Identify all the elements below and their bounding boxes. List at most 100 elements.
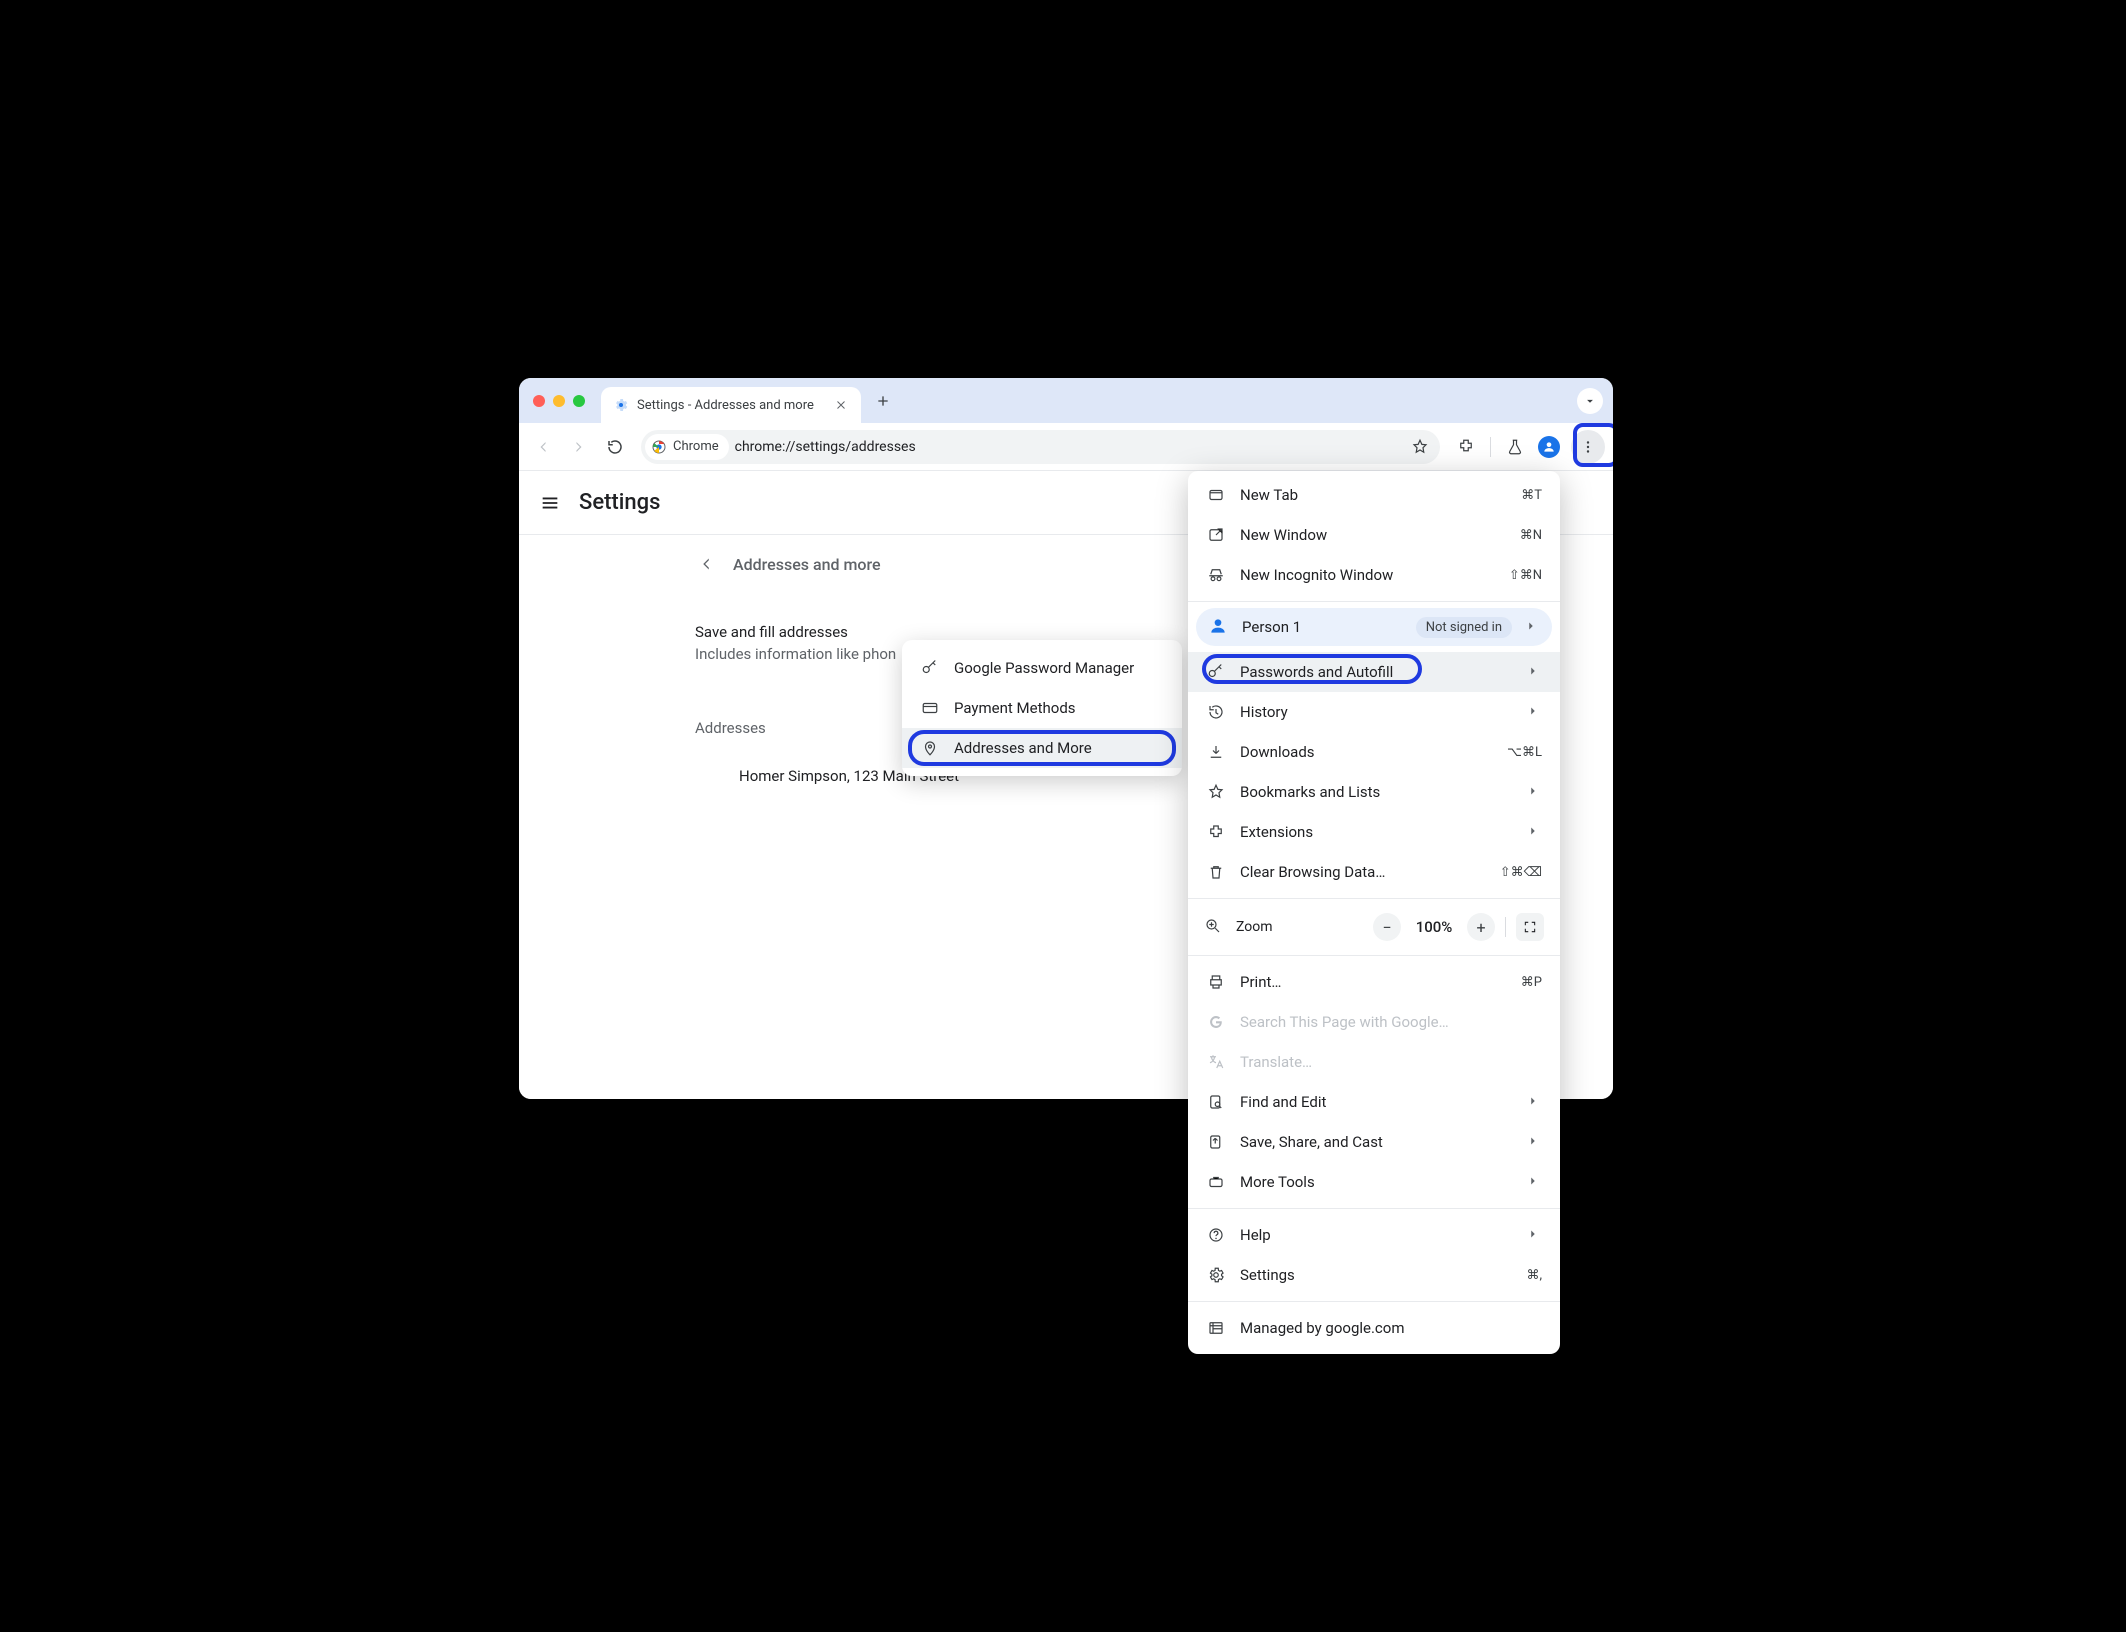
gear-icon: [613, 397, 629, 413]
maximize-window-button[interactable]: [573, 395, 585, 407]
chevron-right-icon: [1526, 704, 1542, 720]
menu-lower-3-label: Find and Edit: [1240, 1093, 1512, 1111]
menu-top-1[interactable]: New Window ⌘N: [1188, 515, 1560, 555]
chrome-menu-button[interactable]: [1571, 430, 1605, 464]
close-window-button[interactable]: [533, 395, 545, 407]
reload-button[interactable]: [599, 431, 631, 463]
back-icon[interactable]: [695, 553, 717, 575]
card-icon: [920, 698, 940, 718]
profile-row[interactable]: Person 1Not signed in: [1196, 608, 1552, 646]
toolbar: Chrome chrome://settings/addresses: [519, 423, 1613, 471]
bookmark-button[interactable]: [1404, 431, 1436, 463]
menu-help-1[interactable]: Settings⌘,: [1188, 1255, 1560, 1295]
newtab-icon: [1206, 485, 1226, 505]
close-tab-button[interactable]: [833, 397, 849, 413]
menu-lower-5-label: More Tools: [1240, 1173, 1512, 1191]
minimize-window-button[interactable]: [553, 395, 565, 407]
menu-lower-3[interactable]: Find and Edit: [1188, 1082, 1560, 1122]
menu-lower-2: Translate…: [1188, 1042, 1560, 1082]
menu-lower-4-label: Save, Share, and Cast: [1240, 1133, 1512, 1151]
passwords-autofill-submenu: Google Password Manager Payment Methods Ad…: [902, 640, 1182, 776]
chevron-right-icon: [1526, 664, 1542, 680]
menu-top-2[interactable]: New Incognito Window⇧⌘N: [1188, 555, 1560, 595]
person-icon: [1208, 616, 1230, 638]
new-tab-button[interactable]: [869, 387, 897, 415]
translate-icon: [1206, 1052, 1226, 1072]
key-icon: [1206, 662, 1226, 682]
managed-icon: [1206, 1318, 1226, 1338]
zoom-label: Zoom: [1236, 919, 1273, 935]
submenu-item-2-label: Addresses and More: [954, 739, 1164, 757]
tab-search-button[interactable]: [1577, 388, 1603, 414]
fullscreen-button[interactable]: [1516, 913, 1544, 941]
site-chip[interactable]: Chrome: [645, 434, 729, 460]
menu-footer[interactable]: Managed by google.com: [1188, 1308, 1560, 1348]
settings-icon: [1206, 1265, 1226, 1285]
menu-lower-1: Search This Page with Google…: [1188, 1002, 1560, 1042]
profile-name: Person 1: [1242, 618, 1404, 636]
star-icon: [1206, 782, 1226, 802]
key-icon: [920, 658, 940, 678]
chevron-right-icon: [1526, 1094, 1542, 1110]
menu-mid-0-label: Passwords and Autofill: [1240, 663, 1512, 681]
menu-lower-5[interactable]: More Tools: [1188, 1162, 1560, 1202]
chevron-right-icon: [1524, 619, 1540, 635]
menu-mid-0[interactable]: Passwords and Autofill: [1188, 652, 1560, 692]
back-button[interactable]: [527, 431, 559, 463]
menu-mid-5-shortcut: ⇧⌘⌫: [1500, 865, 1542, 880]
menu-top-0-shortcut: ⌘T: [1521, 488, 1542, 503]
menu-top-0[interactable]: New Tab ⌘T: [1188, 475, 1560, 515]
menu-top-0-label: New Tab: [1240, 486, 1507, 504]
submenu-item-0-label: Google Password Manager: [954, 659, 1164, 677]
menu-mid-3[interactable]: Bookmarks and Lists: [1188, 772, 1560, 812]
menu-lower-2-label: Translate…: [1240, 1053, 1542, 1071]
tab-title: Settings - Addresses and more: [637, 398, 825, 413]
forward-button[interactable]: [563, 431, 595, 463]
menu-mid-4[interactable]: Extensions: [1188, 812, 1560, 852]
menu-top-2-shortcut: ⇧⌘N: [1509, 568, 1542, 583]
menu-help-0[interactable]: Help: [1188, 1215, 1560, 1255]
menu-mid-3-label: Bookmarks and Lists: [1240, 783, 1512, 801]
submenu-item-2[interactable]: Addresses and More: [902, 728, 1182, 768]
menu-help-0-label: Help: [1240, 1226, 1512, 1244]
avatar-icon: [1538, 436, 1560, 458]
menu-top-1-shortcut: ⌘N: [1520, 528, 1542, 543]
menu-top-1-label: New Window: [1240, 526, 1506, 544]
chevron-right-icon: [1526, 1227, 1542, 1243]
url-text: chrome://settings/addresses: [735, 439, 916, 455]
download-icon: [1206, 742, 1226, 762]
labs-button[interactable]: [1499, 431, 1531, 463]
menu-lower-0[interactable]: Print…⌘P: [1188, 962, 1560, 1002]
pin-icon: [920, 738, 940, 758]
menu-mid-2[interactable]: Downloads⌥⌘L: [1188, 732, 1560, 772]
incognito-icon: [1206, 565, 1226, 585]
submenu-item-1-label: Payment Methods: [954, 699, 1164, 717]
extensions-button[interactable]: [1450, 431, 1482, 463]
chrome-main-menu: New Tab ⌘T New Window ⌘N New Incognito Windo…: [1188, 471, 1560, 1354]
find-icon: [1206, 1092, 1226, 1112]
menu-mid-1[interactable]: History: [1188, 692, 1560, 732]
submenu-item-1[interactable]: Payment Methods: [902, 688, 1182, 728]
zoom-out-button[interactable]: −: [1373, 913, 1401, 941]
menu-icon[interactable]: [539, 492, 561, 514]
menu-mid-4-label: Extensions: [1240, 823, 1512, 841]
menu-mid-5-label: Clear Browsing Data…: [1240, 863, 1486, 881]
zoom-in-button[interactable]: +: [1467, 913, 1495, 941]
chevron-right-icon: [1526, 824, 1542, 840]
tab-strip: Settings - Addresses and more: [519, 378, 1613, 423]
extension-icon: [1206, 822, 1226, 842]
save-fill-title: Save and fill addresses: [695, 623, 1219, 641]
zoom-row: Zoom−100%+: [1188, 905, 1560, 949]
submenu-item-0[interactable]: Google Password Manager: [902, 648, 1182, 688]
tab-settings[interactable]: Settings - Addresses and more: [601, 387, 861, 423]
chevron-right-icon: [1526, 1174, 1542, 1190]
menu-lower-0-shortcut: ⌘P: [1521, 975, 1542, 990]
profile-button[interactable]: [1533, 431, 1565, 463]
chevron-right-icon: [1526, 1134, 1542, 1150]
google-icon: [1206, 1012, 1226, 1032]
menu-mid-5[interactable]: Clear Browsing Data… ⇧⌘⌫: [1188, 852, 1560, 892]
menu-lower-4[interactable]: Save, Share, and Cast: [1188, 1122, 1560, 1162]
page-title: Settings: [579, 490, 660, 515]
menu-mid-1-label: History: [1240, 703, 1512, 721]
address-bar[interactable]: Chrome chrome://settings/addresses: [641, 430, 1440, 464]
